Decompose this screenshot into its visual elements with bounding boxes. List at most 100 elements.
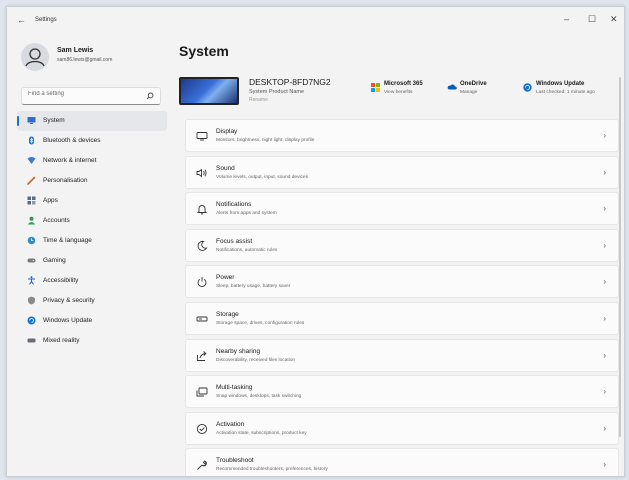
storage-icon xyxy=(196,316,208,322)
chevron-right-icon: › xyxy=(603,167,606,177)
sidebar-item-personalisation[interactable]: Personalisation xyxy=(17,171,167,191)
quick-subtitle: Last checked: 1 minute ago xyxy=(536,90,595,95)
settings-row-sound[interactable]: Sound Volume levels, output, input, soun… xyxy=(185,155,619,189)
row-title: Display xyxy=(216,128,238,135)
settings-row-display[interactable]: Display Monitors, brightness, night ligh… xyxy=(185,119,619,152)
multitask-icon xyxy=(196,387,208,397)
settings-row-storage[interactable]: Storage Storage space, drives, configura… xyxy=(185,301,619,335)
row-subtitle: Recommended troubleshooters, preferences… xyxy=(216,467,328,473)
sidebar-item-label: Windows Update xyxy=(43,317,93,324)
brush-icon xyxy=(27,176,36,185)
globe-clock-icon xyxy=(27,236,36,245)
sidebar-item-label: Privacy & security xyxy=(43,297,95,304)
sidebar-item-accessibility[interactable]: Accessibility xyxy=(17,271,167,291)
quick-title: Windows Update xyxy=(536,81,585,87)
settings-row-activation[interactable]: Activation Activation state, subscriptio… xyxy=(185,411,619,445)
chevron-right-icon: › xyxy=(603,240,606,250)
sidebar-item-windows-update[interactable]: Windows Update xyxy=(17,311,167,331)
title-bar: ← Settings – ☐ ✕ xyxy=(7,7,624,35)
row-title: Storage xyxy=(216,310,239,318)
user-name: Sam Lewis xyxy=(57,47,94,54)
gamepad-icon xyxy=(27,258,36,263)
sidebar-item-label: Network & internet xyxy=(43,157,97,164)
active-indicator xyxy=(17,116,19,126)
settings-list: Display Monitors, brightness, night ligh… xyxy=(185,119,621,476)
windows-update-icon xyxy=(523,83,532,92)
sidebar-item-label: Personalisation xyxy=(43,177,88,184)
sidebar-item-bluetooth[interactable]: Bluetooth & devices xyxy=(17,131,167,151)
sidebar-item-privacy-security[interactable]: Privacy & security xyxy=(17,291,167,311)
row-title: Activation xyxy=(216,420,245,428)
system-icon xyxy=(27,117,36,124)
quick-title: OneDrive xyxy=(460,81,487,87)
sidebar-item-time-language[interactable]: Time & language xyxy=(17,231,167,251)
settings-row-nearby-sharing[interactable]: Nearby sharing Discoverability, received… xyxy=(185,338,619,372)
chevron-right-icon: › xyxy=(603,387,606,397)
chevron-right-icon: › xyxy=(603,277,606,287)
search-icon[interactable] xyxy=(146,92,154,100)
settings-row-focus-assist[interactable]: Focus assist Notifications, automatic ru… xyxy=(185,228,619,262)
row-title: Troubleshoot xyxy=(216,457,254,465)
close-button[interactable]: ✕ xyxy=(610,14,618,25)
settings-row-troubleshoot[interactable]: Troubleshoot Recommended troubleshooters… xyxy=(185,448,619,476)
activation-icon xyxy=(196,423,208,434)
minimize-button[interactable]: – xyxy=(564,14,569,24)
chevron-right-icon: › xyxy=(603,460,606,470)
power-icon xyxy=(197,277,207,288)
row-subtitle: Alerts from apps and system xyxy=(216,211,277,217)
sidebar-item-system[interactable]: System xyxy=(17,111,167,131)
sound-icon xyxy=(196,168,207,178)
chevron-right-icon: › xyxy=(603,131,606,140)
display-icon xyxy=(196,132,208,141)
maximize-button[interactable]: ☐ xyxy=(588,14,596,25)
rename-link[interactable]: Rename xyxy=(249,97,268,103)
chevron-right-icon: › xyxy=(603,350,606,360)
user-profile[interactable]: Sam Lewis sam86.lewis@gmail.com xyxy=(21,43,161,75)
row-subtitle: Storage space, drives, configuration rul… xyxy=(216,320,305,326)
search-input[interactable] xyxy=(28,91,138,97)
user-icon xyxy=(25,48,45,67)
row-subtitle: Monitors, brightness, night light, displ… xyxy=(216,138,315,143)
sidebar-item-network[interactable]: Network & internet xyxy=(17,151,167,171)
headset-icon xyxy=(27,338,36,343)
search-box[interactable] xyxy=(21,87,161,105)
page-title: System xyxy=(179,43,229,59)
row-title: Power xyxy=(216,274,235,282)
back-button[interactable]: ← xyxy=(17,15,26,25)
onedrive-icon xyxy=(447,84,457,90)
settings-row-multi-tasking[interactable]: Multi-tasking Snap windows, desktops, ta… xyxy=(185,375,619,409)
row-subtitle: Sleep, battery usage, battery saver xyxy=(216,284,291,290)
sidebar-item-mixed-reality[interactable]: Mixed reality xyxy=(17,331,167,351)
avatar[interactable] xyxy=(21,43,49,71)
settings-window: ← Settings – ☐ ✕ Sam Lewis sam86.lewis@g… xyxy=(6,6,625,477)
quick-subtitle: Manage xyxy=(460,90,478,95)
row-subtitle: Volume levels, output, input, sound devi… xyxy=(216,174,308,180)
moon-icon xyxy=(197,240,208,251)
device-name: DESKTOP-8FD7NG2 xyxy=(249,77,331,87)
shield-icon xyxy=(28,296,35,305)
app-title: Settings xyxy=(35,17,57,23)
network-icon xyxy=(27,157,36,164)
wrench-icon xyxy=(197,460,207,471)
settings-row-notifications[interactable]: Notifications Alerts from apps and syste… xyxy=(185,192,619,226)
bluetooth-icon xyxy=(29,136,34,145)
row-subtitle: Discoverability, received files location xyxy=(216,357,296,363)
quick-title: Microsoft 365 xyxy=(384,81,423,87)
settings-row-power[interactable]: Power Sleep, battery usage, battery save… xyxy=(185,265,619,299)
sidebar-item-label: Time & language xyxy=(43,237,92,244)
row-title: Multi-tasking xyxy=(216,384,253,392)
chevron-right-icon: › xyxy=(603,313,606,323)
chevron-right-icon: › xyxy=(603,423,606,433)
desktop-wallpaper-thumbnail xyxy=(179,77,239,105)
row-subtitle: Snap windows, desktops, task switching xyxy=(216,394,302,400)
share-icon xyxy=(197,350,207,361)
sidebar-item-gaming[interactable]: Gaming xyxy=(17,251,167,271)
sidebar-item-accounts[interactable]: Accounts xyxy=(17,211,167,231)
sidebar-item-label: Bluetooth & devices xyxy=(43,137,101,144)
sidebar-item-apps[interactable]: Apps xyxy=(17,191,167,211)
sidebar-item-label: Gaming xyxy=(43,257,66,264)
row-title: Notifications xyxy=(216,201,252,209)
sidebar-item-label: Apps xyxy=(43,197,58,204)
scrollbar[interactable] xyxy=(619,77,621,437)
row-title: Nearby sharing xyxy=(216,347,261,355)
